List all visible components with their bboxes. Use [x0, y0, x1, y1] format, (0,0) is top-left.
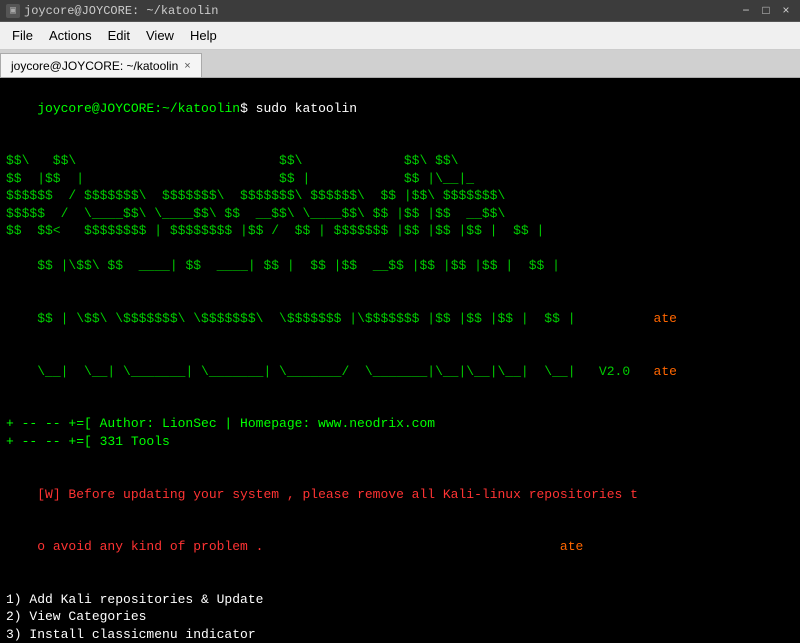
- logo-line-4: $$$$$ / \____$$\ \____$$\ $$ __$$\ \____…: [6, 205, 794, 223]
- blank4: [6, 573, 794, 591]
- logo-line-1: $$\ $$\ $$\ $$\ $$\: [6, 152, 794, 170]
- menu-item-1: 1) Add Kali repositories & Update: [6, 591, 794, 609]
- title-bar-left: ▣ joycore@JOYCORE: ~/katoolin: [6, 4, 218, 18]
- menu-help[interactable]: Help: [182, 25, 225, 46]
- menu-item-2: 2) View Categories: [6, 608, 794, 626]
- blank2: [6, 398, 794, 416]
- tools-line: + -- -- +=[ 331 Tools: [6, 433, 794, 451]
- logo-line-3: $$$$$$ / $$$$$$$\ $$$$$$$\ $$$$$$$\ $$$$…: [6, 187, 794, 205]
- tab-close-button[interactable]: ×: [184, 60, 190, 72]
- menu-item-3: 3) Install classicmenu indicator: [6, 626, 794, 643]
- tab-bar: joycore@JOYCORE: ~/katoolin ×: [0, 50, 800, 78]
- close-button[interactable]: ×: [778, 3, 794, 19]
- prompt-user: joycore@JOYCORE:~/katoolin: [37, 101, 240, 116]
- menu-actions[interactable]: Actions: [41, 25, 100, 46]
- terminal: joycore@JOYCORE:~/katoolin$ sudo katooli…: [0, 78, 800, 643]
- blank3: [6, 450, 794, 468]
- title-bar-title: joycore@JOYCORE: ~/katoolin: [24, 4, 218, 18]
- menu-file[interactable]: File: [4, 25, 41, 46]
- terminal-tab[interactable]: joycore@JOYCORE: ~/katoolin ×: [0, 53, 202, 77]
- title-bar: ▣ joycore@JOYCORE: ~/katoolin − □ ×: [0, 0, 800, 22]
- warning-line-2: o avoid any kind of problem . ate: [6, 521, 794, 574]
- logo-line-8: \__| \__| \_______| \_______| \_______/ …: [6, 345, 794, 398]
- menu-bar: File Actions Edit View Help: [0, 22, 800, 50]
- title-bar-controls: − □ ×: [738, 3, 794, 19]
- menu-view[interactable]: View: [138, 25, 182, 46]
- prompt-line: joycore@JOYCORE:~/katoolin$ sudo katooli…: [6, 82, 794, 135]
- menu-edit[interactable]: Edit: [100, 25, 138, 46]
- minimize-button[interactable]: −: [738, 3, 754, 19]
- logo-line-2: $$ |$$ | $$ | $$ |\__|_: [6, 170, 794, 188]
- tab-label: joycore@JOYCORE: ~/katoolin: [11, 59, 178, 73]
- logo-line-5: $$ $$< $$$$$$$$ | $$$$$$$$ |$$ / $$ | $$…: [6, 222, 794, 240]
- blank1: [6, 135, 794, 153]
- logo-line-7: $$ | \$$\ \$$$$$$$\ \$$$$$$$\ \$$$$$$$ |…: [6, 293, 794, 346]
- warning-line-1: [W] Before updating your system , please…: [6, 468, 794, 521]
- logo-line-6: $$ |\$$\ $$ ____| $$ ____| $$ | $$ |$$ _…: [6, 240, 794, 293]
- maximize-button[interactable]: □: [758, 3, 774, 19]
- author-line: + -- -- +=[ Author: LionSec | Homepage: …: [6, 415, 794, 433]
- terminal-icon: ▣: [6, 4, 20, 18]
